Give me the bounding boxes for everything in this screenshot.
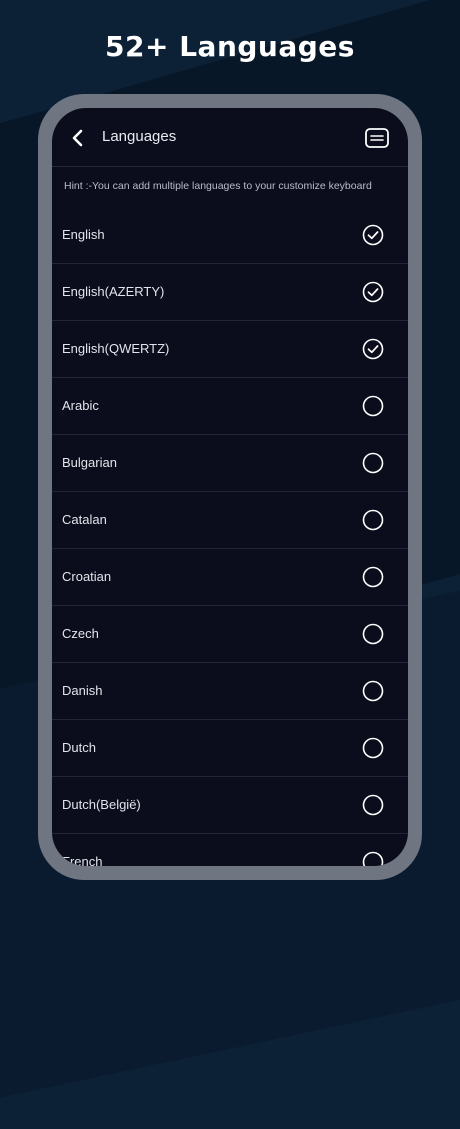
page-title: Languages bbox=[102, 128, 177, 145]
language-label: Croatian bbox=[62, 569, 112, 584]
empty-circle-icon[interactable] bbox=[362, 794, 384, 816]
checked-circle-icon[interactable] bbox=[362, 338, 384, 360]
empty-circle-icon[interactable] bbox=[362, 851, 384, 866]
empty-circle-icon[interactable] bbox=[362, 680, 384, 702]
app-header: Languages bbox=[52, 108, 408, 167]
empty-circle-icon[interactable] bbox=[362, 737, 384, 759]
language-label: Czech bbox=[62, 626, 99, 641]
empty-circle-icon[interactable] bbox=[362, 509, 384, 531]
checked-circle-icon[interactable] bbox=[362, 281, 384, 303]
language-label: Arabic bbox=[62, 398, 99, 413]
empty-circle-icon[interactable] bbox=[362, 566, 384, 588]
empty-circle-icon[interactable] bbox=[362, 623, 384, 645]
checked-circle-icon[interactable] bbox=[362, 224, 384, 246]
language-list: English English(AZERTY) English(QWERTZ) Ara… bbox=[52, 207, 408, 866]
language-item[interactable]: Dutch bbox=[52, 720, 408, 777]
language-label: Dutch(België) bbox=[62, 797, 141, 812]
language-item[interactable]: English bbox=[52, 207, 408, 264]
language-label: Bulgarian bbox=[62, 455, 117, 470]
language-item[interactable]: French bbox=[52, 834, 408, 866]
promo-headline: 52+ Languages bbox=[105, 30, 355, 63]
language-item[interactable]: Dutch(België) bbox=[52, 777, 408, 834]
empty-circle-icon[interactable] bbox=[362, 395, 384, 417]
language-item[interactable]: Bulgarian bbox=[52, 435, 408, 492]
language-label: Danish bbox=[62, 683, 103, 698]
language-label: French bbox=[62, 854, 103, 866]
language-item[interactable]: Croatian bbox=[52, 549, 408, 606]
language-item[interactable]: English(AZERTY) bbox=[52, 264, 408, 321]
language-item[interactable]: Arabic bbox=[52, 378, 408, 435]
language-item[interactable]: Catalan bbox=[52, 492, 408, 549]
empty-circle-icon[interactable] bbox=[362, 452, 384, 474]
language-item[interactable]: Czech bbox=[52, 606, 408, 663]
phone-frame: Languages Hint :-You can add multiple la… bbox=[38, 94, 422, 880]
language-label: English(AZERTY) bbox=[62, 284, 165, 299]
keyboard-button[interactable] bbox=[364, 125, 390, 151]
language-label: Dutch bbox=[62, 740, 96, 755]
chevron-left-icon bbox=[72, 129, 83, 147]
language-label: English(QWERTZ) bbox=[62, 341, 170, 356]
language-item[interactable]: Danish bbox=[52, 663, 408, 720]
language-label: Catalan bbox=[62, 512, 107, 527]
phone-screen: Languages Hint :-You can add multiple la… bbox=[52, 108, 408, 866]
back-button[interactable] bbox=[64, 124, 92, 152]
language-label: English bbox=[62, 227, 105, 242]
language-item[interactable]: English(QWERTZ) bbox=[52, 321, 408, 378]
keyboard-icon bbox=[365, 128, 389, 148]
hint-text: Hint :-You can add multiple languages to… bbox=[64, 180, 372, 192]
